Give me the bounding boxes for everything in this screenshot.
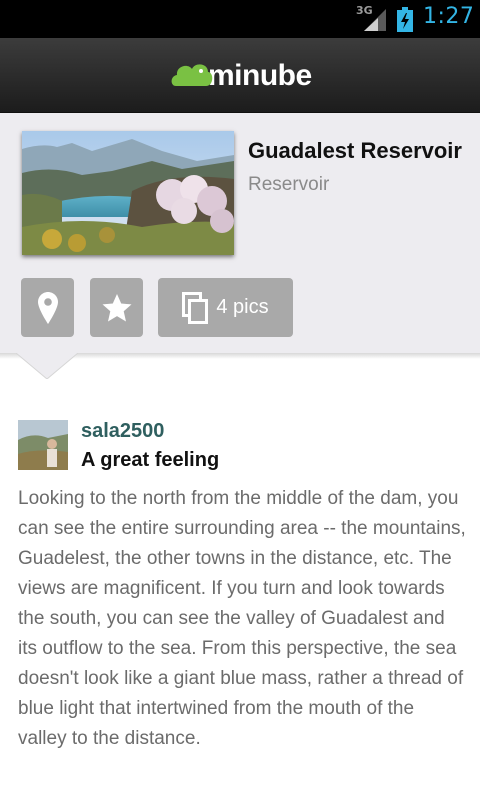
favorite-button[interactable] — [90, 278, 143, 337]
place-type: Reservoir — [248, 174, 330, 195]
pictures-count: 4 pics — [216, 296, 269, 318]
review-username[interactable]: sala2500 — [81, 420, 164, 443]
location-button[interactable] — [21, 278, 74, 337]
pictures-icon — [182, 291, 209, 324]
cloud-logo-icon — [171, 64, 213, 86]
pictures-button[interactable]: 4 pics — [158, 278, 293, 337]
app-bar: minube — [0, 38, 480, 113]
minube-logo[interactable]: minube — [170, 56, 312, 96]
place-header: Guadalest Reservoir Reservoir 4 pics — [0, 113, 480, 353]
place-title: Guadalest Reservoir — [248, 138, 462, 163]
logo-text: minube — [208, 59, 312, 92]
clock: 1:27 — [423, 4, 475, 29]
star-icon — [102, 293, 131, 321]
reservoir-photo — [22, 131, 234, 255]
avatar[interactable] — [18, 420, 68, 470]
user-photo — [18, 420, 68, 470]
review-text: Looking to the north from the middle of … — [18, 488, 466, 749]
status-bar: 3G 1:27 — [0, 0, 480, 38]
location-pin-icon — [37, 291, 58, 324]
signal-icon — [364, 9, 386, 31]
place-photo[interactable] — [22, 131, 234, 255]
tab-pointer — [16, 353, 78, 379]
battery-charging-icon — [397, 7, 413, 32]
review-title: A great feeling — [81, 449, 220, 471]
